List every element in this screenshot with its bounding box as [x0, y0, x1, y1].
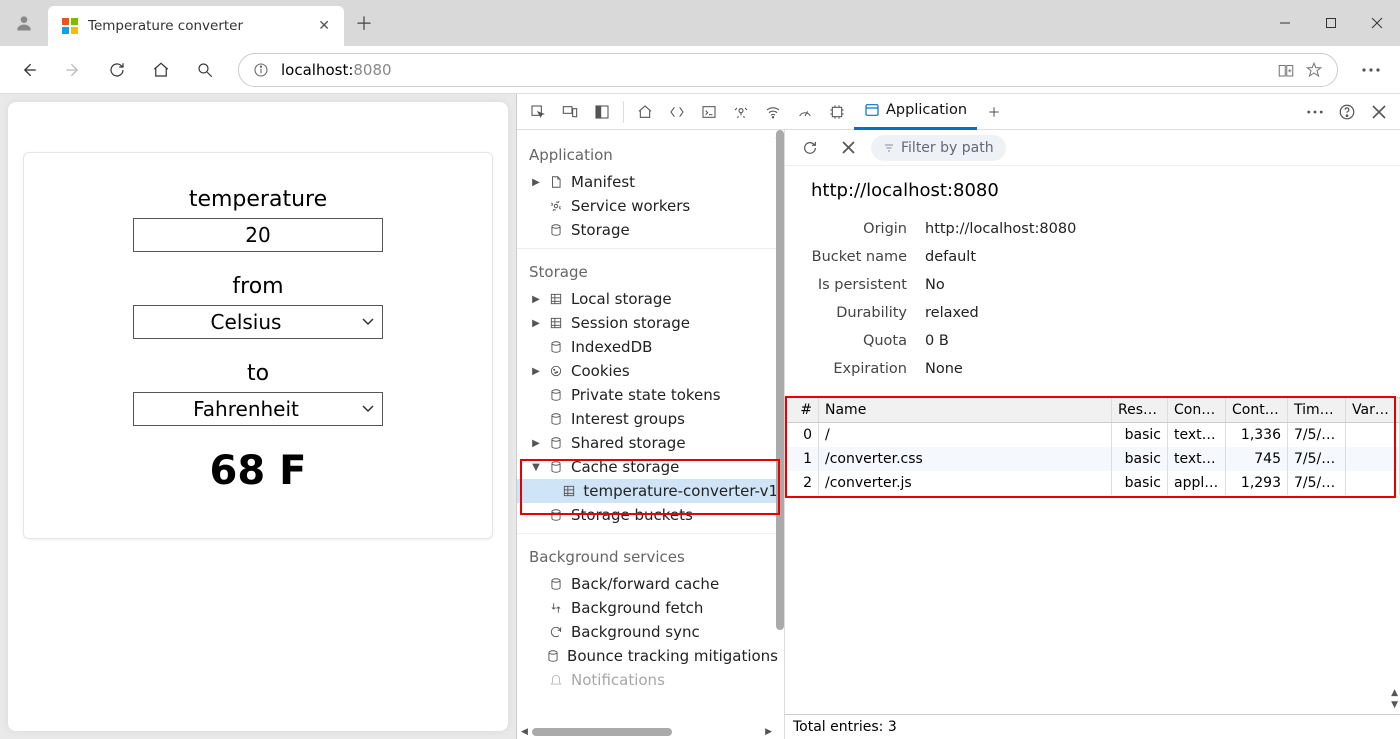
sidebar-item-local-storage[interactable]: ▶Local storage: [517, 287, 784, 311]
console-tab-icon[interactable]: [694, 97, 724, 127]
menu-button[interactable]: [1352, 51, 1390, 89]
sidebar-item-shared-storage[interactable]: ▶Shared storage: [517, 431, 784, 455]
temperature-label: temperature: [84, 187, 432, 212]
sidebar-item-service-workers[interactable]: ▶Service workers: [517, 194, 784, 218]
cache-table-footer: Total entries: 3: [785, 714, 1400, 739]
performance-tab-icon[interactable]: [790, 97, 820, 127]
scroll-right-arrow-icon[interactable]: ▶: [765, 727, 772, 737]
more-tabs-button[interactable]: [979, 97, 1009, 127]
tab-title: Temperature converter: [88, 18, 243, 34]
detail-v-scroll-buttons[interactable]: ▲▼: [1391, 688, 1398, 710]
memory-tab-icon[interactable]: [822, 97, 852, 127]
sidebar-item-cache-entry[interactable]: temperature-converter-v1: [517, 479, 784, 503]
cache-expiration-value: None: [925, 361, 963, 377]
result-text: 68 F: [84, 448, 432, 494]
table-row[interactable]: 1/converter.cssbasictext/c...7457/5/2...: [785, 447, 1400, 471]
table-row[interactable]: 2/converter.jsbasicappli...1,2937/5/2...: [785, 471, 1400, 495]
sidebar-item-notifications[interactable]: ▶Notifications: [517, 668, 784, 692]
elements-tab-icon[interactable]: [662, 97, 692, 127]
nav-back-button[interactable]: [10, 51, 48, 89]
devtools-close-icon[interactable]: [1364, 97, 1394, 127]
filter-by-path-input[interactable]: Filter by path: [871, 135, 1006, 161]
sidebar-item-cache-storage[interactable]: ▼Cache storage: [517, 455, 784, 479]
sidebar-item-storage-buckets[interactable]: ▶Storage buckets: [517, 503, 784, 527]
devtools-tabbar: Application: [517, 94, 1400, 130]
sidebar-h-scrollbar[interactable]: [532, 728, 672, 736]
delete-selected-button[interactable]: [833, 133, 863, 163]
to-select[interactable]: Fahrenheit: [133, 392, 383, 426]
cache-table-header[interactable]: # Name Resp... Cont... Conte... Time ...…: [785, 397, 1400, 423]
window-close-button[interactable]: [1354, 0, 1400, 46]
sources-tab-icon[interactable]: [726, 97, 756, 127]
windows-logo-icon: [62, 18, 78, 34]
to-label: to: [84, 361, 432, 386]
search-button[interactable]: [186, 51, 224, 89]
profile-button[interactable]: [0, 0, 48, 46]
inspect-element-icon[interactable]: [523, 97, 553, 127]
cache-detail-pane: Filter by path http://localhost:8080 Ori…: [785, 130, 1400, 739]
tab-close-icon[interactable]: ✕: [318, 18, 330, 34]
cache-origin-value: http://localhost:8080: [925, 221, 1076, 237]
temperature-converter-card: temperature from Celsius to Fahrenheit 6…: [8, 102, 508, 731]
window-titlebar: Temperature converter ✕ ＋: [0, 0, 1400, 46]
sidebar-item-manifest[interactable]: ▶Manifest: [517, 170, 784, 194]
application-tab[interactable]: Application: [854, 94, 977, 130]
sidebar-item-indexeddb[interactable]: ▶IndexedDB: [517, 335, 784, 359]
refresh-cache-button[interactable]: [795, 133, 825, 163]
devtools-panel: Application ▲ Application ▶Manifest ▶Ser…: [516, 94, 1400, 739]
devtools-help-icon[interactable]: [1332, 97, 1362, 127]
site-info-icon[interactable]: [253, 62, 269, 78]
collections-icon[interactable]: [1277, 61, 1295, 79]
browser-toolbar: localhost:8080: [0, 46, 1400, 94]
cache-title: http://localhost:8080: [785, 166, 1400, 215]
new-tab-button[interactable]: ＋: [344, 0, 384, 46]
sidebar-item-background-fetch[interactable]: ▶Background fetch: [517, 596, 784, 620]
network-tab-icon[interactable]: [758, 97, 788, 127]
sidebar-item-bf-cache[interactable]: ▶Back/forward cache: [517, 572, 784, 596]
sidebar-item-background-sync[interactable]: ▶Background sync: [517, 620, 784, 644]
sidebar-item-storage-overview[interactable]: ▶Storage: [517, 218, 784, 242]
sidebar-section-storage: Storage: [517, 255, 784, 287]
application-sidebar[interactable]: ▲ Application ▶Manifest ▶Service workers…: [517, 130, 785, 739]
sidebar-section-background-services: Background services: [517, 540, 784, 572]
sidebar-scrollbar[interactable]: [776, 130, 784, 630]
window-minimize-button[interactable]: [1262, 0, 1308, 46]
favorite-icon[interactable]: [1305, 61, 1323, 79]
cache-table-body[interactable]: 0/basictext/...1,3367/5/2...1/converter.…: [785, 423, 1400, 495]
sidebar-item-private-state-tokens[interactable]: ▶Private state tokens: [517, 383, 784, 407]
webpage-viewport: temperature from Celsius to Fahrenheit 6…: [0, 94, 516, 739]
cache-durability-value: relaxed: [925, 305, 979, 321]
sidebar-item-interest-groups[interactable]: ▶Interest groups: [517, 407, 784, 431]
cache-bucket-value: default: [925, 249, 976, 265]
from-select[interactable]: Celsius: [133, 305, 383, 339]
url-text: localhost:8080: [281, 61, 1265, 79]
sidebar-section-application: Application: [517, 138, 784, 170]
address-bar[interactable]: localhost:8080: [238, 53, 1338, 87]
sidebar-item-bounce-tracking[interactable]: ▶Bounce tracking mitigations: [517, 644, 784, 668]
nav-forward-button[interactable]: [54, 51, 92, 89]
cache-persistent-value: No: [925, 277, 945, 293]
from-label: from: [84, 274, 432, 299]
welcome-tab-icon[interactable]: [630, 97, 660, 127]
window-maximize-button[interactable]: [1308, 0, 1354, 46]
home-button[interactable]: [142, 51, 180, 89]
browser-tab[interactable]: Temperature converter ✕: [48, 6, 344, 46]
scroll-left-arrow-icon[interactable]: ◀: [521, 727, 528, 737]
reload-button[interactable]: [98, 51, 136, 89]
devtools-settings-icon[interactable]: [1300, 97, 1330, 127]
sidebar-item-cookies[interactable]: ▶Cookies: [517, 359, 784, 383]
sidebar-item-session-storage[interactable]: ▶Session storage: [517, 311, 784, 335]
temperature-input[interactable]: [133, 218, 383, 252]
cache-quota-value: 0 B: [925, 333, 949, 349]
table-row[interactable]: 0/basictext/...1,3367/5/2...: [785, 423, 1400, 447]
dock-side-icon[interactable]: [587, 97, 617, 127]
device-toolbar-icon[interactable]: [555, 97, 585, 127]
